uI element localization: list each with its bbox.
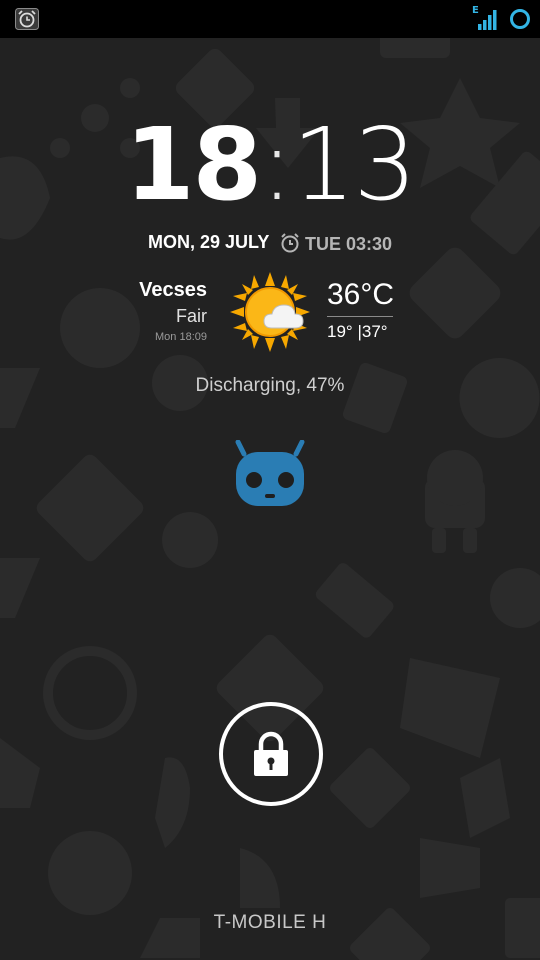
clock-hours: 18 (124, 106, 262, 223)
weather-condition: Fair (176, 306, 207, 326)
date-row: MON, 29 JULY TUE 03:30 (0, 232, 540, 258)
sun-cloud-icon[interactable] (228, 270, 312, 358)
signal-strength-icon (478, 8, 498, 30)
temperature-range: 19° |37° (327, 317, 393, 347)
temperature-high: 37° (361, 322, 388, 341)
weather-updated-time: Mon 18:09 (155, 331, 207, 343)
padlock-icon (254, 731, 288, 776)
cid-mascot-icon (232, 439, 308, 514)
lockscreen-clock: 18:13 (0, 110, 540, 220)
weather-location-block[interactable]: Vecses Fair Mon 18:09 (139, 277, 207, 345)
next-alarm: TUE 03:30 (279, 232, 392, 256)
battery-status: Discharging, 47% (195, 375, 345, 396)
date-label: MON, 29 JULY (148, 232, 270, 252)
temperature-low: 19° (327, 322, 353, 341)
weather-temperature-block[interactable]: 36°C 19° |37° (327, 276, 395, 347)
next-alarm-text: TUE 03:30 (305, 234, 393, 254)
clock-separator: : (260, 106, 294, 223)
clock-minutes: 13 (291, 106, 417, 223)
alarm-clock-icon (281, 233, 299, 253)
data-sync-ring-icon (509, 8, 531, 30)
carrier-label: T-MOBILE H (213, 912, 327, 933)
unlock-button[interactable] (219, 702, 323, 806)
alarm-clock-icon (15, 8, 39, 30)
status-bar: E (0, 0, 540, 38)
weather-city: Vecses (139, 279, 207, 301)
current-temperature: 36°C (327, 278, 395, 311)
